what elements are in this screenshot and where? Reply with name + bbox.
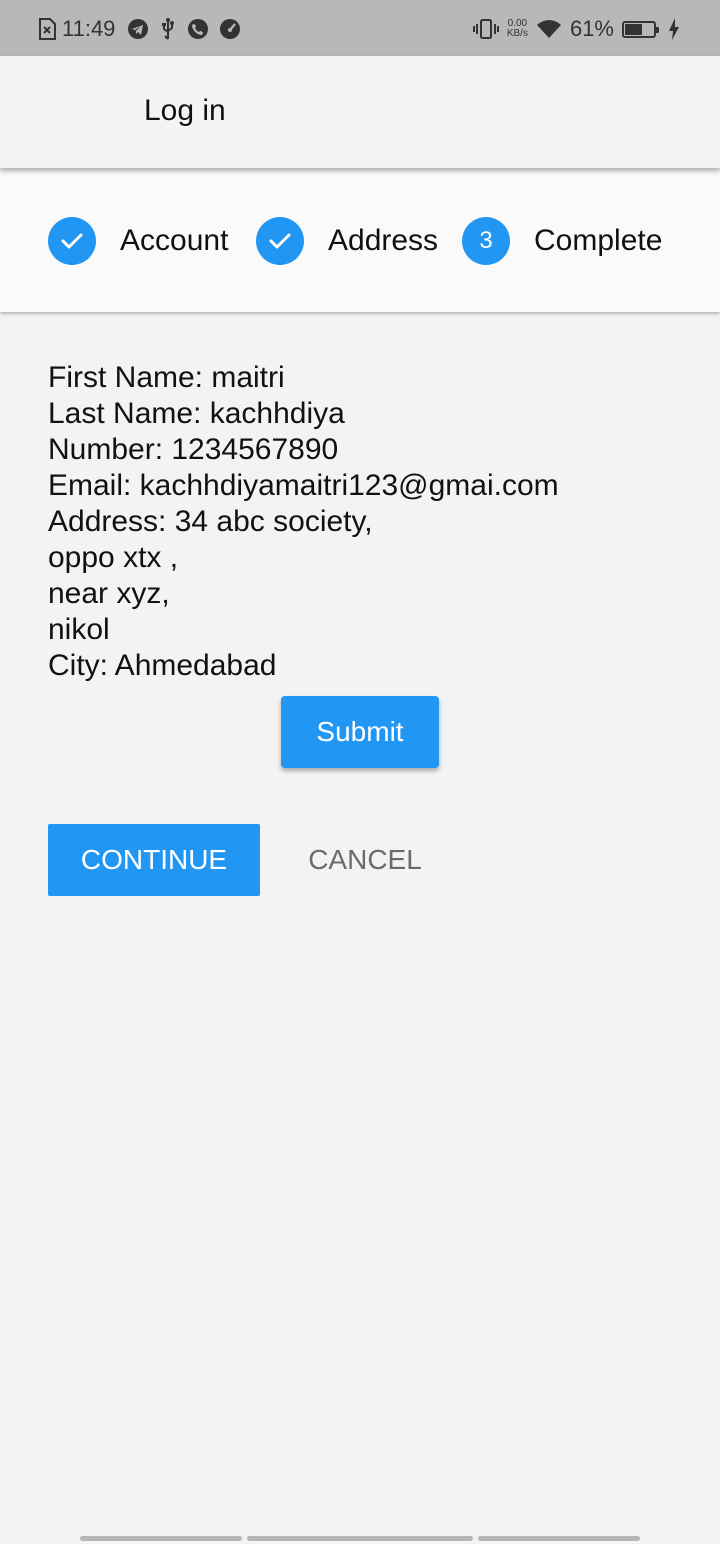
step-address[interactable]: Address [256,216,438,266]
step-complete-indicator: 3 [462,217,510,265]
status-time: 11:49 [62,16,116,41]
step-address-indicator [256,217,304,265]
battery-icon [622,20,659,38]
stepper: Account Address 3 Complete [0,172,720,312]
checkmark-icon [59,228,85,254]
step-account-indicator [48,217,96,265]
summary-address-line-4: nikol [48,613,110,646]
summary-email: Email: kachhdiyamaitri123@gmai.com [48,469,559,502]
summary-address-line-1: Address: 34 abc society, [48,505,373,538]
step-complete-label: Complete [534,224,663,257]
battery-fill [625,23,642,35]
step-account-label: Account [120,224,229,257]
network-speed-unit: KB/s [506,28,528,39]
status-bar: 11:49 0.00 KB/s 61% [0,0,720,56]
summary-address-line-2: oppo xtx , [48,541,179,574]
continue-button[interactable]: CONTINUE [48,824,260,896]
summary-city: City: Ahmedabad [48,649,277,682]
summary-last-name: Last Name: kachhdiya [48,397,345,430]
page-title: Log in [144,94,226,127]
step-address-label: Address [328,224,439,257]
nav-segment-right[interactable] [478,1536,640,1541]
vibrate-icon [472,18,499,40]
sim-off-icon [38,18,56,40]
app-bar: Log in [0,56,720,168]
gesture-navigation-bar [0,1536,720,1544]
nav-segment-home[interactable] [247,1536,473,1541]
checkmark-icon [267,228,293,254]
summary-details: First Name: maitri Last Name: kachhdiya … [48,360,688,684]
speedometer-icon [219,18,241,40]
charging-icon [668,18,680,40]
cancel-button[interactable]: CANCEL [284,824,446,896]
submit-button[interactable]: Submit [281,696,439,768]
step-complete[interactable]: 3 Complete [462,216,662,266]
summary-first-name: First Name: maitri [48,361,285,394]
summary-address-line-3: near xyz, [48,577,170,610]
phone-call-icon [187,18,209,40]
summary-number: Number: 1234567890 [48,433,339,466]
telegram-icon [127,18,149,40]
step-account[interactable]: Account [48,216,228,266]
network-speed: 0.00 KB/s [507,19,528,39]
usb-icon [159,17,177,41]
battery-percent: 61% [569,16,614,41]
wifi-icon [536,19,562,39]
nav-segment-left[interactable] [80,1536,242,1541]
